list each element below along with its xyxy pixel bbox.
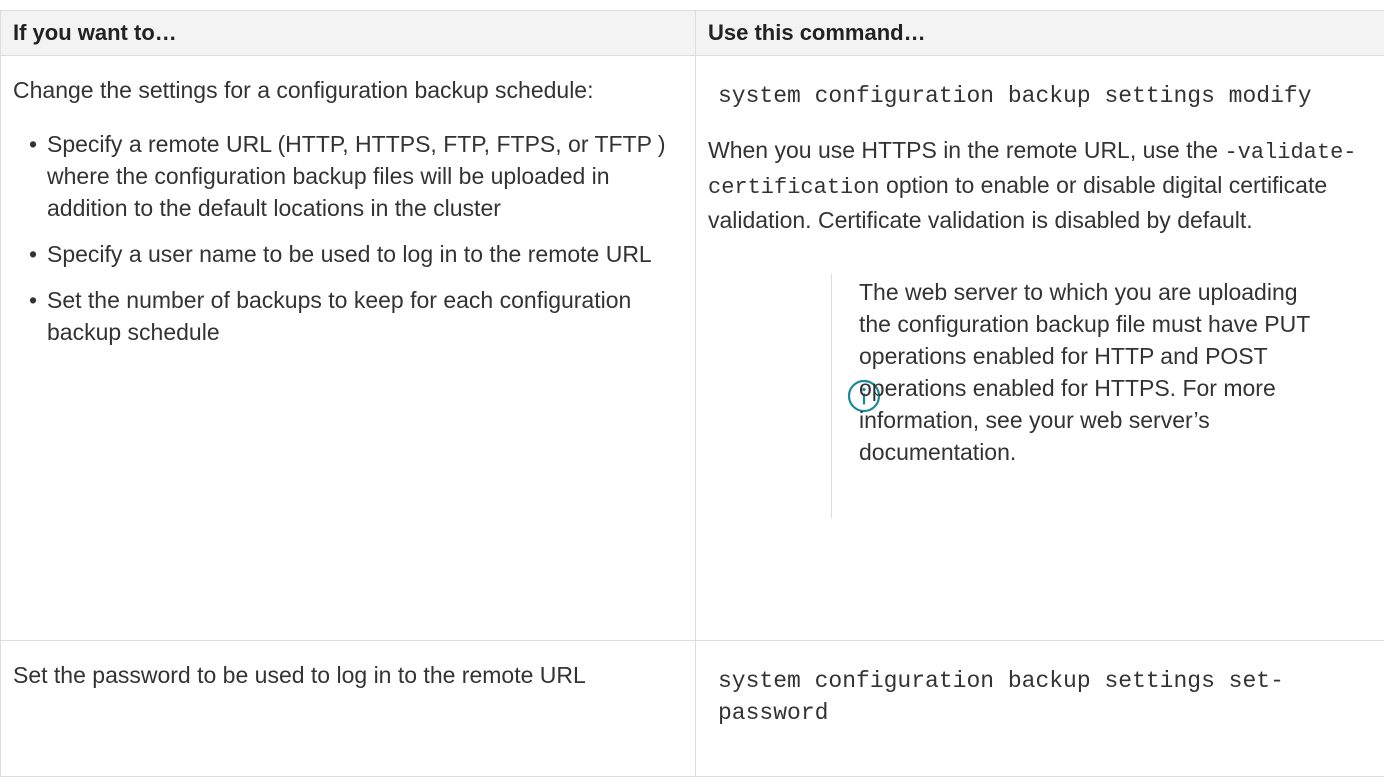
table-header-row: If you want to… Use this command… bbox=[1, 11, 1384, 56]
table-row: Set the password to be used to log in to… bbox=[1, 641, 1384, 777]
admonition-divider bbox=[831, 274, 832, 518]
command-code: system configuration backup settings mod… bbox=[708, 80, 1338, 112]
header-if-you-want-to: If you want to… bbox=[1, 11, 696, 56]
task-cell: Set the password to be used to log in to… bbox=[1, 641, 696, 777]
command-cell: system configuration backup settings set… bbox=[696, 641, 1384, 777]
admonition-text: The web server to which you are uploadin… bbox=[859, 276, 1319, 468]
task-cell: Change the settings for a configuration … bbox=[1, 56, 696, 641]
note-admonition: The web server to which you are uploadin… bbox=[708, 274, 1372, 518]
list-item: Specify a remote URL (HTTP, HTTPS, FTP, … bbox=[29, 128, 683, 224]
commands-table: If you want to… Use this command… Change… bbox=[0, 10, 1384, 777]
command-cell: system configuration backup settings mod… bbox=[696, 56, 1384, 641]
https-note: When you use HTTPS in the remote URL, us… bbox=[708, 134, 1372, 236]
command-code: system configuration backup settings set… bbox=[708, 665, 1338, 729]
list-item: Set the number of backups to keep for ea… bbox=[29, 284, 683, 348]
header-use-this-command: Use this command… bbox=[696, 11, 1384, 56]
table-row: Change the settings for a configuration … bbox=[1, 56, 1384, 641]
https-note-text-before: When you use HTTPS in the remote URL, us… bbox=[708, 137, 1218, 163]
list-item: Specify a user name to be used to log in… bbox=[29, 238, 683, 270]
task-intro: Change the settings for a configuration … bbox=[13, 74, 683, 106]
task-intro: Set the password to be used to log in to… bbox=[13, 659, 683, 691]
task-bullet-list: Specify a remote URL (HTTP, HTTPS, FTP, … bbox=[13, 128, 683, 348]
